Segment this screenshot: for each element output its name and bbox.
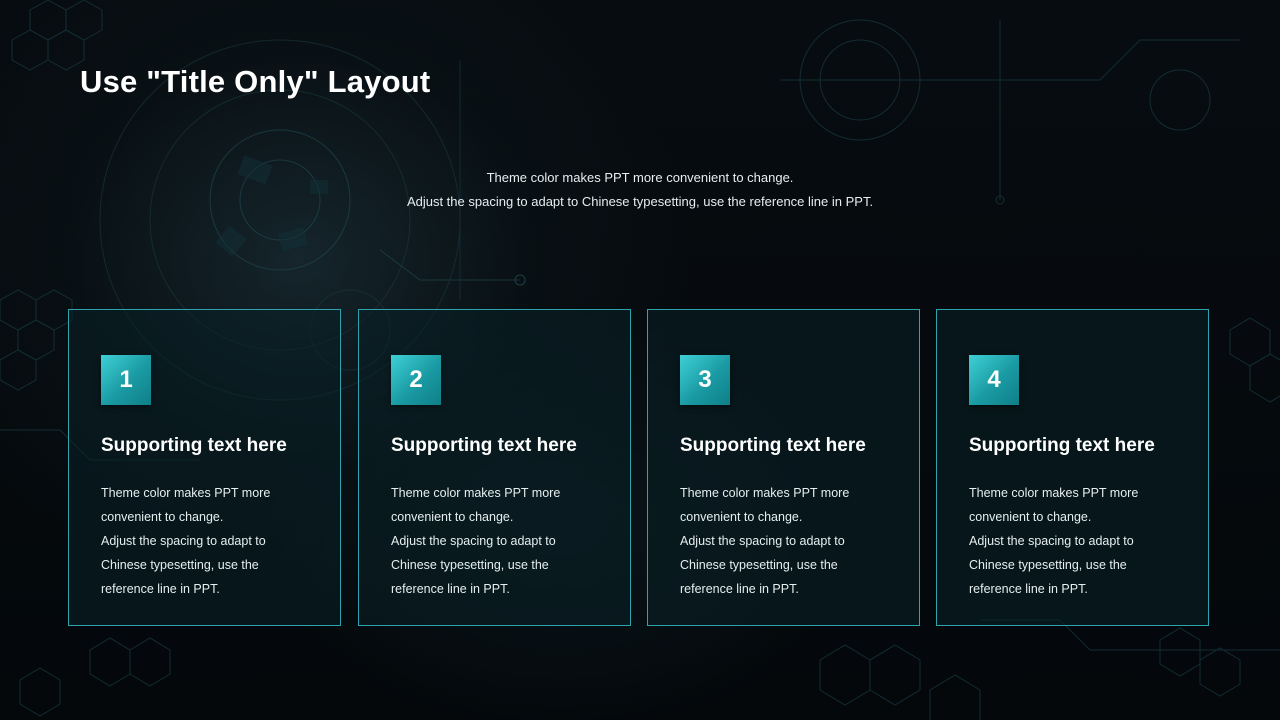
card-body-line: Adjust the spacing to adapt to bbox=[391, 534, 556, 548]
card-body-line: reference line in PPT. bbox=[680, 582, 799, 596]
card-body-line: convenient to change. bbox=[391, 510, 514, 524]
card-title: Supporting text here bbox=[391, 435, 577, 456]
card-body-line: Theme color makes PPT more bbox=[680, 486, 850, 500]
card-4: 4 Supporting text here Theme color makes… bbox=[936, 309, 1209, 626]
card-row: 1 Supporting text here Theme color makes… bbox=[68, 309, 1210, 627]
card-body-line: Chinese typesetting, use the bbox=[101, 558, 259, 572]
subtitle: Theme color makes PPT more convenient to… bbox=[290, 166, 990, 214]
subtitle-line: Theme color makes PPT more convenient to… bbox=[486, 170, 794, 185]
card-body-line: Adjust the spacing to adapt to bbox=[101, 534, 266, 548]
card-body-line: reference line in PPT. bbox=[101, 582, 220, 596]
card-2: 2 Supporting text here Theme color makes… bbox=[358, 309, 631, 626]
card-body-line: Theme color makes PPT more bbox=[969, 486, 1139, 500]
card-title: Supporting text here bbox=[680, 435, 866, 456]
card-body-line: convenient to change. bbox=[101, 510, 224, 524]
card-body: Theme color makes PPT more convenient to… bbox=[969, 481, 1169, 601]
card-body: Theme color makes PPT more convenient to… bbox=[391, 481, 591, 601]
card-body-line: reference line in PPT. bbox=[969, 582, 1088, 596]
card-body-line: Adjust the spacing to adapt to bbox=[969, 534, 1134, 548]
card-1: 1 Supporting text here Theme color makes… bbox=[68, 309, 341, 626]
card-title: Supporting text here bbox=[101, 435, 287, 456]
card-body: Theme color makes PPT more convenient to… bbox=[101, 481, 301, 601]
card-body-line: Chinese typesetting, use the bbox=[969, 558, 1127, 572]
card-body-line: Chinese typesetting, use the bbox=[391, 558, 549, 572]
card-title: Supporting text here bbox=[969, 435, 1155, 456]
card-body: Theme color makes PPT more convenient to… bbox=[680, 481, 880, 601]
number-badge: 2 bbox=[391, 355, 441, 405]
card-body-line: Theme color makes PPT more bbox=[101, 486, 271, 500]
card-body-line: Adjust the spacing to adapt to bbox=[680, 534, 845, 548]
card-body-line: reference line in PPT. bbox=[391, 582, 510, 596]
card-body-line: Theme color makes PPT more bbox=[391, 486, 561, 500]
card-body-line: convenient to change. bbox=[680, 510, 803, 524]
card-body-line: convenient to change. bbox=[969, 510, 1092, 524]
number-badge: 3 bbox=[680, 355, 730, 405]
card-3: 3 Supporting text here Theme color makes… bbox=[647, 309, 920, 626]
slide: Use "Title Only" Layout Theme color make… bbox=[0, 0, 1280, 720]
card-body-line: Chinese typesetting, use the bbox=[680, 558, 838, 572]
number-badge: 4 bbox=[969, 355, 1019, 405]
number-badge: 1 bbox=[101, 355, 151, 405]
slide-title: Use "Title Only" Layout bbox=[80, 64, 431, 99]
subtitle-line: Adjust the spacing to adapt to Chinese t… bbox=[406, 194, 874, 209]
